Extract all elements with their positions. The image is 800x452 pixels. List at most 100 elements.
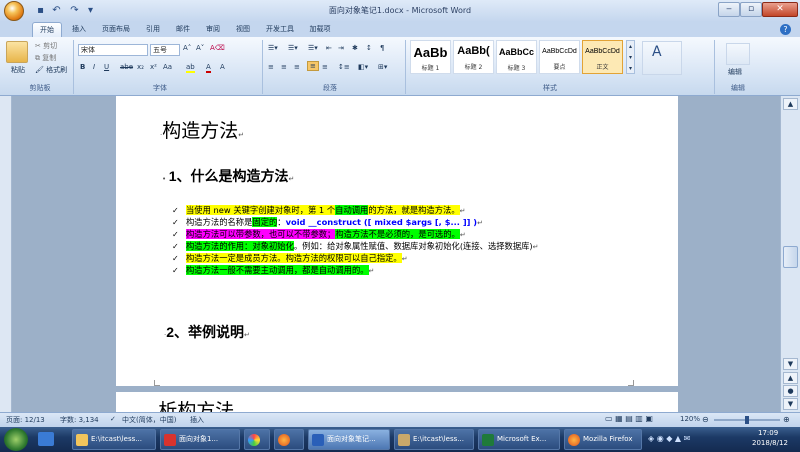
browse-object-icon[interactable]: ● (783, 385, 798, 397)
show-marks-icon[interactable]: ¶ (380, 44, 384, 52)
help-icon[interactable]: ? (780, 24, 791, 35)
multilevel-list-icon[interactable]: ☰▾ (308, 44, 318, 52)
justify-icon[interactable]: ≡ (307, 61, 319, 71)
sort-icon[interactable]: ↕ (366, 44, 372, 52)
heading-main[interactable]: ·构造方法↵ (160, 116, 244, 143)
change-styles-button[interactable]: A (642, 41, 682, 75)
superscript-icon[interactable]: x² (150, 63, 157, 71)
numbering-icon[interactable]: ☰▾ (288, 44, 298, 52)
strikethrough-icon[interactable]: abe (120, 63, 133, 71)
view-buttons[interactable]: ▭ ▦ ▤ ▥ ▣ (605, 414, 653, 423)
taskbar-item[interactable]: Microsoft Ex... (478, 429, 560, 450)
clock-time[interactable]: 17:09 (758, 429, 778, 437)
taskbar-item[interactable]: 面向对象1... (160, 429, 240, 450)
scroll-thumb[interactable] (783, 246, 798, 268)
maximize-button[interactable]: ▫ (740, 2, 762, 17)
paste-button[interactable]: 粘贴 (11, 65, 25, 75)
list-item[interactable]: ✓ 构造方法的作用：对象初始化。例如：给对象属性赋值、数据库对象初始化(连接、选择… (172, 240, 539, 252)
tab-mailings[interactable]: 邮件 (172, 22, 194, 37)
taskbar-item[interactable] (244, 429, 270, 450)
align-left-icon[interactable]: ≡ (268, 63, 274, 71)
clock-date[interactable]: 2018/8/12 (752, 439, 788, 447)
font-name-combo[interactable]: 宋体 (78, 44, 148, 56)
styles-scroll[interactable]: ▴ ▾ ▾ (626, 40, 635, 74)
zoom-slider-thumb[interactable] (745, 416, 749, 424)
style-heading2[interactable]: AaBb(标题 2 (453, 40, 494, 74)
document-page[interactable]: ·构造方法↵ • 1、什么是构造方法↵ ✓ 当使用 new 关键字创建对象时，第 … (116, 96, 678, 386)
tab-view[interactable]: 视图 (232, 22, 254, 37)
style-emphasis[interactable]: AaBbCcDd 要点 (539, 40, 580, 74)
change-case-icon[interactable]: Aa (163, 63, 172, 71)
tab-addins[interactable]: 加载项 (306, 22, 334, 37)
find-button[interactable]: 编辑 (728, 67, 742, 77)
font-color-icon[interactable]: A (206, 63, 211, 73)
grow-font-icon[interactable]: A˄ (183, 44, 191, 52)
tab-insert[interactable]: 插入 (68, 22, 90, 37)
char-shading-icon[interactable]: A (220, 63, 225, 71)
borders-icon[interactable]: ⊞▾ (378, 63, 387, 71)
paste-icon[interactable] (6, 41, 28, 63)
style-heading3[interactable]: AaBbCc 标题 3 (496, 40, 537, 74)
ie-icon[interactable] (38, 432, 54, 446)
section2-heading[interactable]: ·2、举例说明↵ (164, 322, 250, 342)
distributed-icon[interactable]: ≡ (322, 63, 328, 71)
start-button[interactable] (4, 428, 28, 451)
tab-developer[interactable]: 开发工具 (262, 22, 298, 37)
binoculars-icon[interactable] (726, 43, 750, 65)
list-item[interactable]: ✓ 构造方法的名称是固定的：void __construct ([ mixed $… (172, 216, 539, 228)
section1-heading[interactable]: • 1、什么是构造方法↵ (162, 166, 294, 186)
scroll-up-arrow[interactable]: ▲ (783, 98, 798, 110)
taskbar-item[interactable]: E:\itcast\less... (72, 429, 156, 450)
align-center-icon[interactable]: ≡ (281, 63, 287, 71)
list-item[interactable]: ✓ 构造方法一定是成员方法。构造方法的权限可以自己指定。↵ (172, 252, 539, 264)
taskbar-item[interactable] (274, 429, 304, 450)
bullets-icon[interactable]: ☰▾ (268, 44, 278, 52)
close-button[interactable]: ✕ (762, 2, 798, 17)
language-status[interactable]: 中文(简体，中国) (122, 415, 176, 425)
chinese-layout-icon[interactable]: ✱ (352, 44, 358, 52)
taskbar-item[interactable]: E:\itcast\less... (394, 429, 474, 450)
document-page-next[interactable]: ·析构方法 (116, 392, 678, 412)
tab-home[interactable]: 开始 (32, 22, 62, 37)
proofing-icon[interactable]: ✓ (110, 415, 116, 423)
zoom-out-icon[interactable]: ⊖ (702, 415, 709, 424)
italic-icon[interactable]: I (93, 63, 95, 71)
list-item[interactable]: ✓ 构造方法可以带参数，也可以不带参数；构造方法不是必须的，是可选的。↵ (172, 228, 539, 240)
tray-icons[interactable]: ◈ ◉ ◆ ▲ ✉ (648, 434, 690, 443)
style-heading1[interactable]: AaBb 标题 1 (410, 40, 451, 74)
align-right-icon[interactable]: ≡ (294, 63, 300, 71)
font-size-combo[interactable]: 五号 (150, 44, 180, 56)
tab-review[interactable]: 审阅 (202, 22, 224, 37)
previous-page-icon[interactable]: ▲ (783, 372, 798, 384)
next-heading[interactable]: ·析构方法 (156, 396, 234, 412)
line-spacing-icon[interactable]: ↕≡ (338, 63, 350, 71)
decrease-indent-icon[interactable]: ⇤ (326, 44, 332, 52)
word-count[interactable]: 字数: 3,134 (60, 415, 99, 425)
scroll-down-arrow[interactable]: ▼ (783, 358, 798, 370)
style-normal[interactable]: AaBbCcDd 正文 (582, 40, 623, 74)
shrink-font-icon[interactable]: A˅ (196, 44, 204, 52)
zoom-level[interactable]: 120% (680, 415, 700, 423)
cut-button[interactable]: ✂ 剪切 (35, 41, 57, 51)
next-page-icon[interactable]: ▼ (783, 398, 798, 410)
tab-references[interactable]: 引用 (142, 22, 164, 37)
insert-mode[interactable]: 插入 (190, 415, 204, 425)
format-painter-button[interactable]: 🖌 格式刷 (35, 65, 67, 75)
increase-indent-icon[interactable]: ⇥ (338, 44, 344, 52)
taskbar-item[interactable]: Mozilla Firefox (564, 429, 642, 450)
highlight-icon[interactable]: ab (186, 63, 195, 73)
vertical-scrollbar[interactable]: ▲ ▼ ▲ ● ▼ (780, 96, 800, 412)
copy-button[interactable]: ⧉ 复制 (35, 53, 56, 63)
zoom-in-icon[interactable]: ⊕ (783, 415, 790, 424)
underline-icon[interactable]: U (104, 63, 109, 71)
bold-icon[interactable]: B (80, 63, 85, 71)
taskbar-item-active[interactable]: 面向对象笔记... (308, 429, 390, 450)
list-item[interactable]: ✓ 当使用 new 关键字创建对象时，第 1 个自动调用的方法，就是构造方法。↵ (172, 204, 539, 216)
shading-icon[interactable]: ◧▾ (358, 63, 368, 71)
tab-page-layout[interactable]: 页面布局 (98, 22, 134, 37)
list-item[interactable]: ✓ 构造方法一般不需要主动调用，都是自动调用的。↵ (172, 264, 539, 276)
clear-format-icon[interactable]: A⌫ (210, 44, 225, 52)
subscript-icon[interactable]: x₂ (137, 63, 144, 71)
page-count[interactable]: 页面: 12/13 (6, 415, 45, 425)
minimize-button[interactable]: ‒ (718, 2, 740, 17)
